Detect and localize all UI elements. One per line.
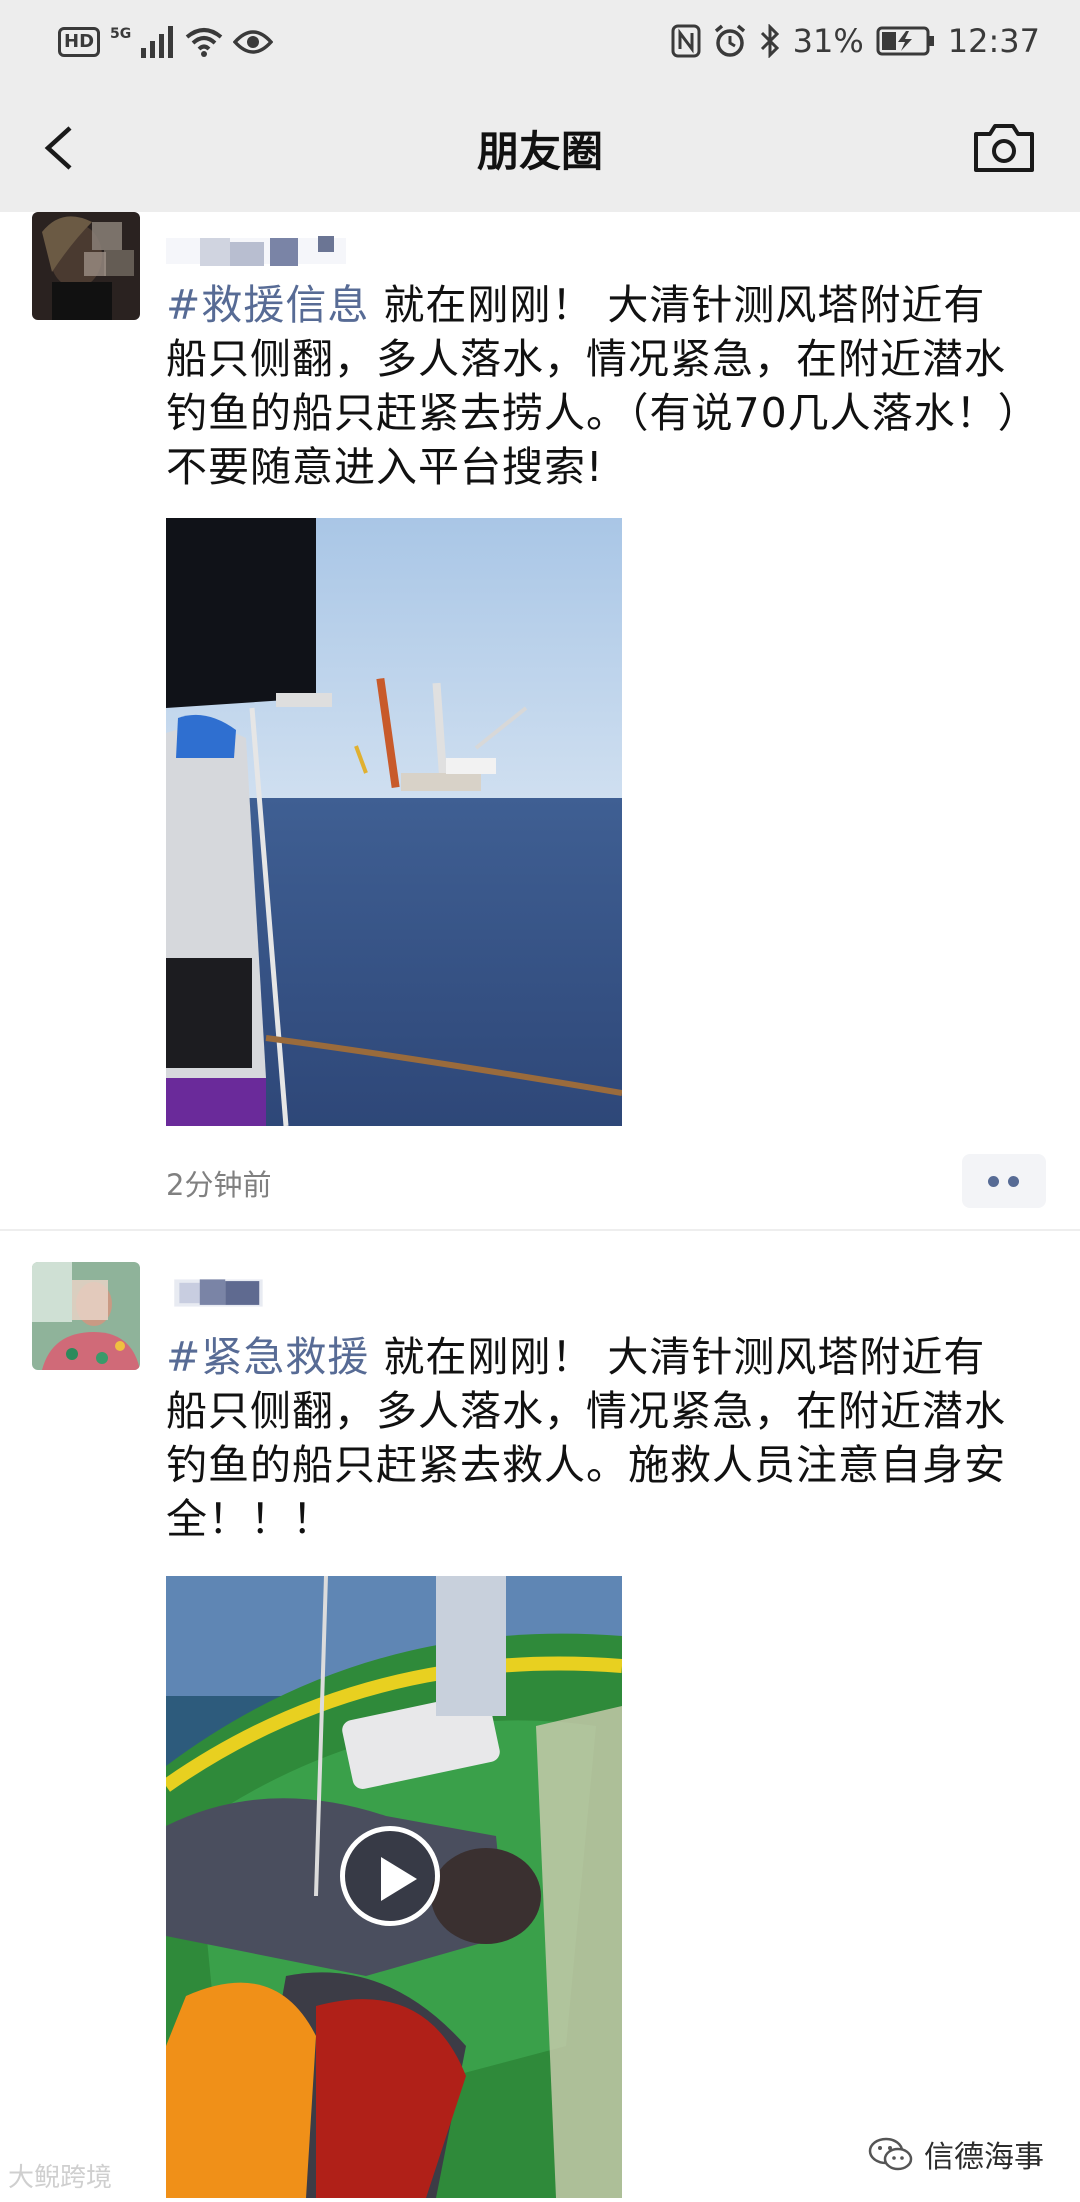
watermark-right: 信德海事 <box>868 2132 1044 2176</box>
avatar[interactable] <box>32 212 140 320</box>
camera-icon <box>974 124 1034 172</box>
battery-charging-icon <box>876 26 934 56</box>
post-image[interactable] <box>166 518 622 1126</box>
username-blurred[interactable] <box>166 1276 276 1310</box>
hashtag-link[interactable]: #紧急救援 <box>166 1333 369 1381</box>
watermark-left-text: 大鲵跨境 <box>8 2163 113 2193</box>
play-icon <box>381 1857 417 1901</box>
hd-badge: HD <box>58 27 101 57</box>
alarm-icon <box>714 24 745 57</box>
comment-like-button[interactable] <box>962 1154 1046 1208</box>
watermark-left: 大鲵跨境 <box>8 2157 112 2194</box>
signal-icon <box>141 26 174 58</box>
post-text: #救援信息 就在刚刚！ 大清针测风塔附近有船只侧翻，多人落水，情况紧急，在附近潜… <box>166 278 1026 494</box>
post-time: 2分钟前 <box>166 1168 272 1202</box>
battery-percentage: 31% <box>792 22 864 60</box>
capsized-platform-photo <box>166 518 622 1126</box>
avatar-image <box>32 212 140 320</box>
camera-button[interactable] <box>972 120 1036 176</box>
network-type: 5G <box>110 26 132 42</box>
avatar[interactable] <box>32 1262 140 1370</box>
post-video[interactable] <box>166 1576 622 2198</box>
bluetooth-icon <box>760 24 779 58</box>
play-button[interactable] <box>340 1826 440 1926</box>
username-blurred[interactable] <box>166 234 346 268</box>
moment-post-2: #紧急救援 就在刚刚！ 大清针测风塔附近有船只侧翻，多人落水，情况紧急，在附近潜… <box>0 1262 1080 2202</box>
wechat-logo-icon <box>868 2137 913 2171</box>
wifi-icon <box>185 28 223 57</box>
nav-bar: 朋友圈 <box>0 82 1080 212</box>
eye-icon <box>233 30 274 54</box>
dots-icon <box>988 1176 999 1187</box>
nfc-icon <box>671 24 701 58</box>
moment-post-1: #救援信息 就在刚刚！ 大清针测风塔附近有船只侧翻，多人落水，情况紧急，在附近潜… <box>0 212 1080 1230</box>
page-title: 朋友圈 <box>476 127 603 176</box>
post-text: #紧急救援 就在刚刚！ 大清针测风塔附近有船只侧翻，多人落水，情况紧急，在附近潜… <box>166 1330 1026 1546</box>
watermark-right-text: 信德海事 <box>924 2140 1044 2175</box>
status-bar: HD 5G 31% 12:37 <box>0 0 1080 82</box>
clock: 12:37 <box>947 22 1040 60</box>
avatar-image <box>32 1262 140 1370</box>
hashtag-link[interactable]: #救援信息 <box>166 281 369 329</box>
divider <box>0 1229 1080 1231</box>
